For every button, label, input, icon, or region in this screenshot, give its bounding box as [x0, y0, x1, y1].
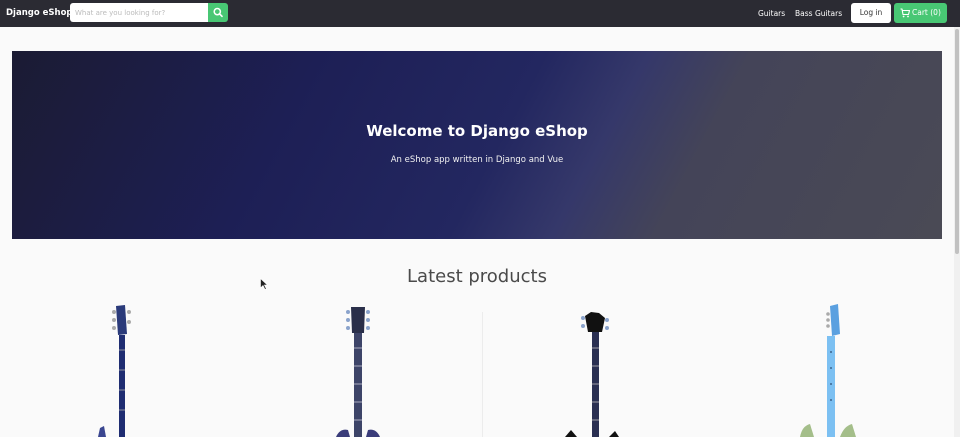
mouse-cursor: [260, 278, 268, 290]
product-card[interactable]: [800, 300, 860, 437]
hero-banner: Welcome to Django eShop An eShop app wri…: [12, 51, 942, 239]
column-divider: [482, 312, 483, 437]
login-button[interactable]: Log in: [851, 3, 891, 23]
product-card[interactable]: [565, 300, 625, 437]
product-card[interactable]: [328, 300, 388, 437]
nav-link-bass-guitars[interactable]: Bass Guitars: [795, 0, 842, 27]
product-image: [565, 312, 619, 437]
cart-label: Cart (0): [912, 8, 941, 17]
product-card[interactable]: [92, 300, 152, 437]
search-icon: [213, 7, 223, 18]
search-form: [70, 3, 228, 22]
page: Django eShop Guitars Bass Guitars Log in…: [0, 0, 960, 437]
cart-button[interactable]: Cart (0): [894, 3, 947, 23]
cart-icon: [900, 8, 910, 18]
brand-logo-link[interactable]: Django eShop: [6, 0, 73, 27]
hero-subtitle: An eShop app written in Django and Vue: [390, 155, 564, 165]
product-image: [98, 305, 131, 437]
search-input[interactable]: [70, 3, 208, 22]
page-scrollbar[interactable]: [954, 27, 960, 437]
hero-title: Welcome to Django eShop: [366, 122, 588, 140]
latest-products-heading: Latest products: [407, 266, 547, 287]
search-button[interactable]: [208, 3, 228, 22]
product-image: [800, 304, 856, 437]
scrollbar-thumb[interactable]: [955, 29, 959, 254]
nav-link-guitars[interactable]: Guitars: [758, 0, 785, 27]
product-image: [336, 307, 380, 437]
navbar: Django eShop Guitars Bass Guitars Log in…: [0, 0, 960, 27]
